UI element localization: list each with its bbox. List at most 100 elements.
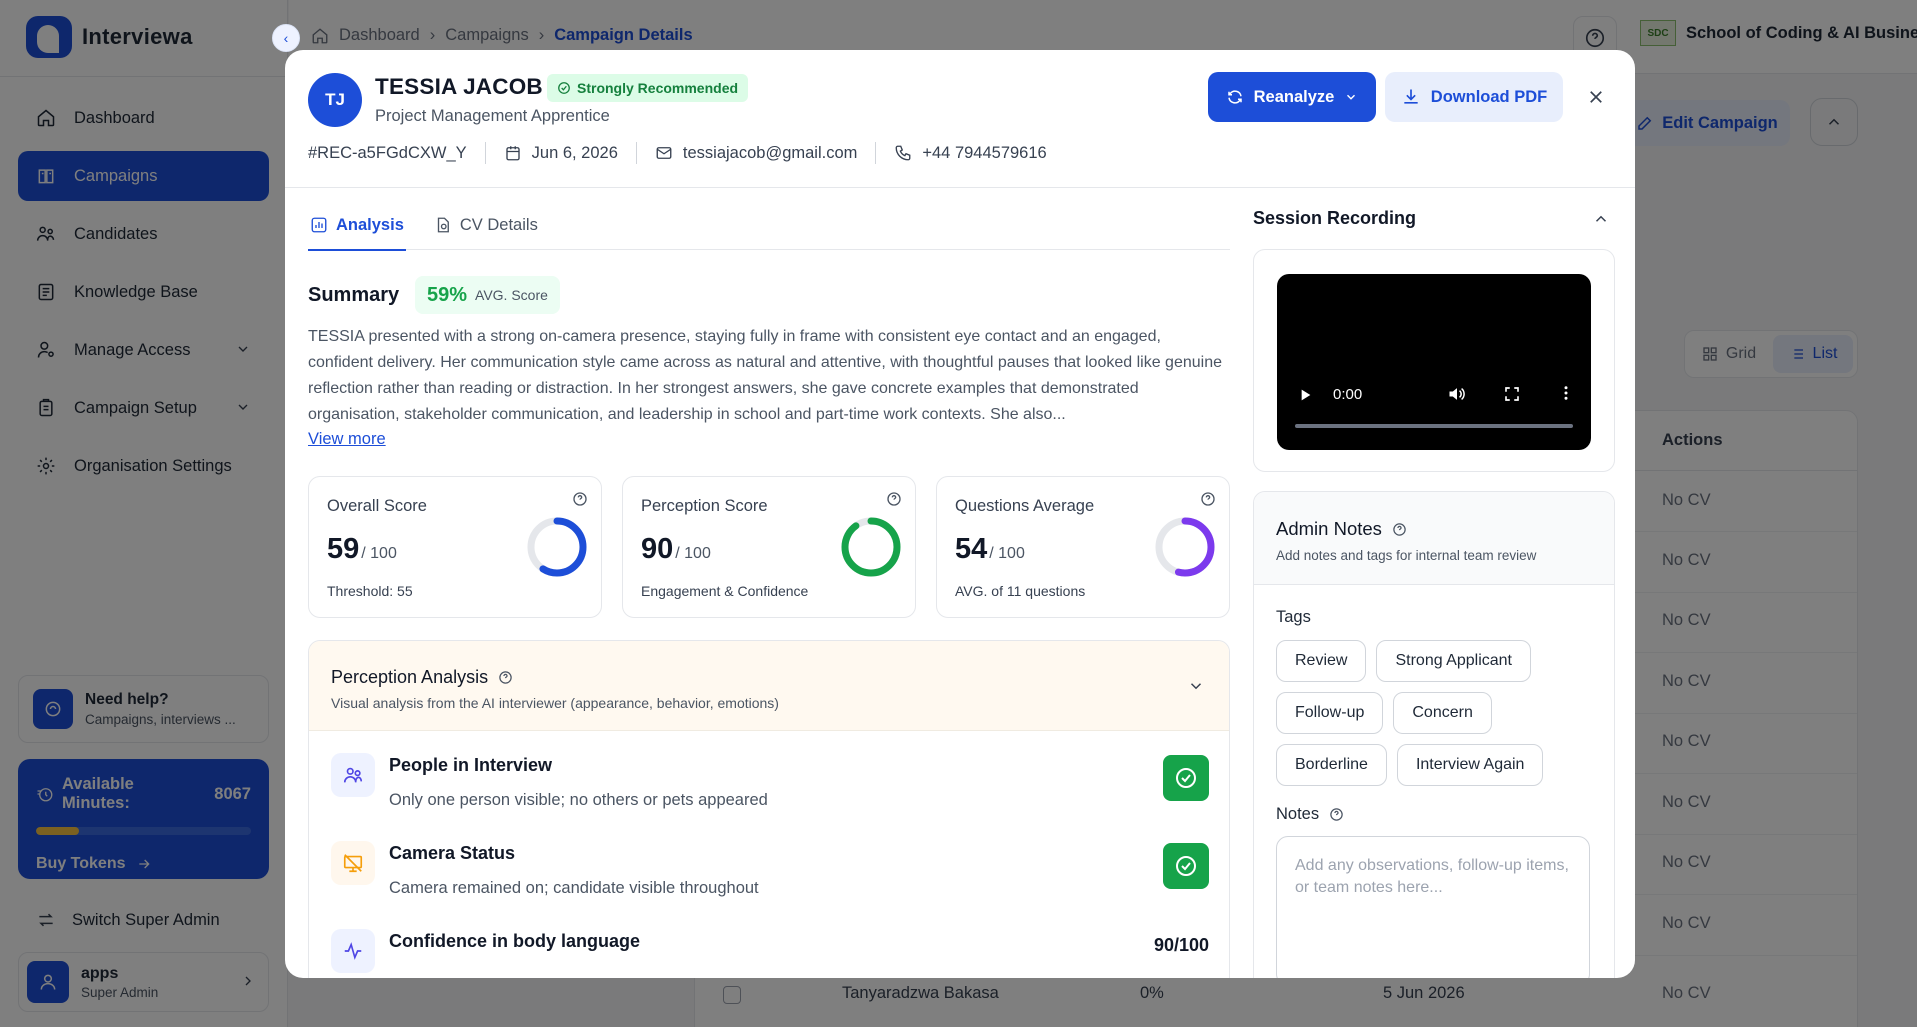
more-vertical-icon[interactable] [1557,384,1575,402]
perception-subtitle: Visual analysis from the AI interviewer … [331,695,779,711]
admin-notes-title: Admin Notes [1276,518,1382,539]
candidate-name: TESSIA JACOB [375,74,543,99]
perception-item-camera: Camera Status Camera remained on; candid… [331,841,1209,911]
perception-score-card: Perception Score 90/ 100 Engagement & Co… [622,476,916,618]
candidate-phone: +44 7944579616 [894,143,1047,163]
tag-follow-up[interactable]: Follow-up [1276,692,1384,734]
perception-item-title: Camera Status [389,843,516,863]
download-pdf-button[interactable]: Download PDF [1385,72,1563,122]
score-card-max: / 100 [989,545,1025,562]
perception-analysis-section: Perception Analysis Visual analysis from… [308,640,1230,978]
tab-label: Analysis [336,215,404,234]
help-circle-icon[interactable] [1392,522,1407,537]
tab-label: CV Details [459,215,538,234]
help-circle-icon[interactable] [1200,491,1216,507]
perception-item-confidence: Confidence in body language 90/100 [331,929,1209,978]
perception-item-score: 90/100 [1153,935,1209,955]
tags-label: Tags [1276,608,1311,626]
close-icon [1587,88,1605,106]
admin-notes-subtitle: Add notes and tags for internal team rev… [1276,548,1537,563]
candidate-meta: #REC-a5FGdCXW_Y Jun 6, 2026 tessiajacob@… [308,142,1047,164]
tag-interview-again[interactable]: Interview Again [1396,744,1544,786]
admin-notes-card: Admin Notes Add notes and tags for inter… [1253,491,1615,978]
score-card-max: / 100 [675,545,711,562]
view-more-link[interactable]: View more [308,430,386,449]
chart-icon [310,216,328,234]
candidate-date-value: Jun 6, 2026 [531,143,618,162]
divider [285,187,1635,188]
candidate-email: tessiajacob@gmail.com [655,144,857,163]
score-ring [527,517,587,577]
phone-icon [894,144,912,162]
sidebar-collapse-button[interactable]: ‹ [272,24,300,52]
candidate-modal: TJ TESSIA JACOB Strongly Recommended Pro… [285,50,1635,978]
overall-score-card: Overall Score 59/ 100 Threshold: 55 [308,476,602,618]
help-circle-icon[interactable] [1329,807,1344,822]
perception-item-desc: Only one person visible; no others or pe… [389,791,768,809]
tab-cv-details[interactable]: CV Details [432,200,540,250]
fullscreen-icon[interactable] [1503,385,1521,403]
tab-analysis[interactable]: Analysis [308,200,406,251]
tag-concern[interactable]: Concern [1393,692,1492,734]
score-card-title: Perception Score [641,497,768,515]
score-card-title: Questions Average [955,497,1095,515]
check-circle-icon [557,81,571,95]
tag-borderline[interactable]: Borderline [1276,744,1387,786]
score-card-subtitle: AVG. of 11 questions [955,583,1086,599]
document-icon [434,216,452,234]
avg-score-label: AVG. Score [475,287,548,303]
divider [875,142,877,164]
tag-review[interactable]: Review [1276,640,1367,682]
close-button[interactable] [1581,82,1611,112]
notes-textarea[interactable]: Add any observations, follow-up items, o… [1276,836,1590,978]
candidate-email-value: tessiajacob@gmail.com [682,143,858,162]
users-icon [331,753,375,797]
video-progress-bar[interactable] [1295,424,1573,428]
avg-score-badge: 59% AVG. Score [415,276,560,314]
help-circle-icon[interactable] [886,491,902,507]
camera-off-icon [331,841,375,885]
score-card-value: 54 [955,533,988,565]
mail-icon [655,144,673,162]
summary-title: Summary [308,284,400,306]
score-card-value: 90 [641,533,674,565]
check-circle-icon [1163,755,1209,801]
divider [484,142,486,164]
chevron-down-icon[interactable] [1187,677,1205,695]
status-badge-label: Strongly Recommended [577,80,739,96]
chevron-up-icon[interactable] [1592,210,1610,228]
session-recording-card: 0:00 [1253,249,1615,472]
notes-label-row: Notes [1276,805,1344,824]
reanalyze-label: Reanalyze [1253,87,1335,106]
help-circle-icon[interactable] [572,491,588,507]
questions-average-card: Questions Average 54/ 100 AVG. of 11 que… [936,476,1230,618]
candidate-role: Project Management Apprentice [375,107,610,125]
modal-tabs: Analysis CV Details [308,200,1230,251]
help-circle-icon[interactable] [498,670,513,685]
candidate-phone-value: +44 7944579616 [922,143,1047,162]
perception-analysis-header[interactable]: Perception Analysis Visual analysis from… [309,641,1229,731]
check-circle-icon [1163,843,1209,889]
activity-icon [331,929,375,973]
refresh-icon [1226,88,1244,106]
chevron-down-icon [1344,90,1358,104]
avg-score-value: 59% [427,283,468,306]
play-icon[interactable] [1297,387,1313,403]
perception-item-title: People in Interview [389,755,553,775]
summary-text: TESSIA presented with a strong on-camera… [308,328,1222,423]
session-recording-title: Session Recording [1253,208,1417,228]
tags-list: Review Strong Applicant Follow-up Concer… [1276,640,1596,786]
status-badge: Strongly Recommended [547,74,749,102]
tag-strong-applicant[interactable]: Strong Applicant [1376,640,1531,682]
score-ring [841,517,901,577]
video-player[interactable]: 0:00 [1277,274,1591,450]
score-card-subtitle: Engagement & Confidence [641,583,809,599]
reanalyze-button[interactable]: Reanalyze [1208,72,1376,122]
score-card-value: 59 [327,533,360,565]
candidate-ref: #REC-a5FGdCXW_Y [308,143,467,162]
score-ring-fill [841,517,901,577]
volume-icon[interactable] [1447,384,1467,404]
divider [635,142,637,164]
calendar-icon [504,144,522,162]
candidate-date: Jun 6, 2026 [504,144,618,163]
